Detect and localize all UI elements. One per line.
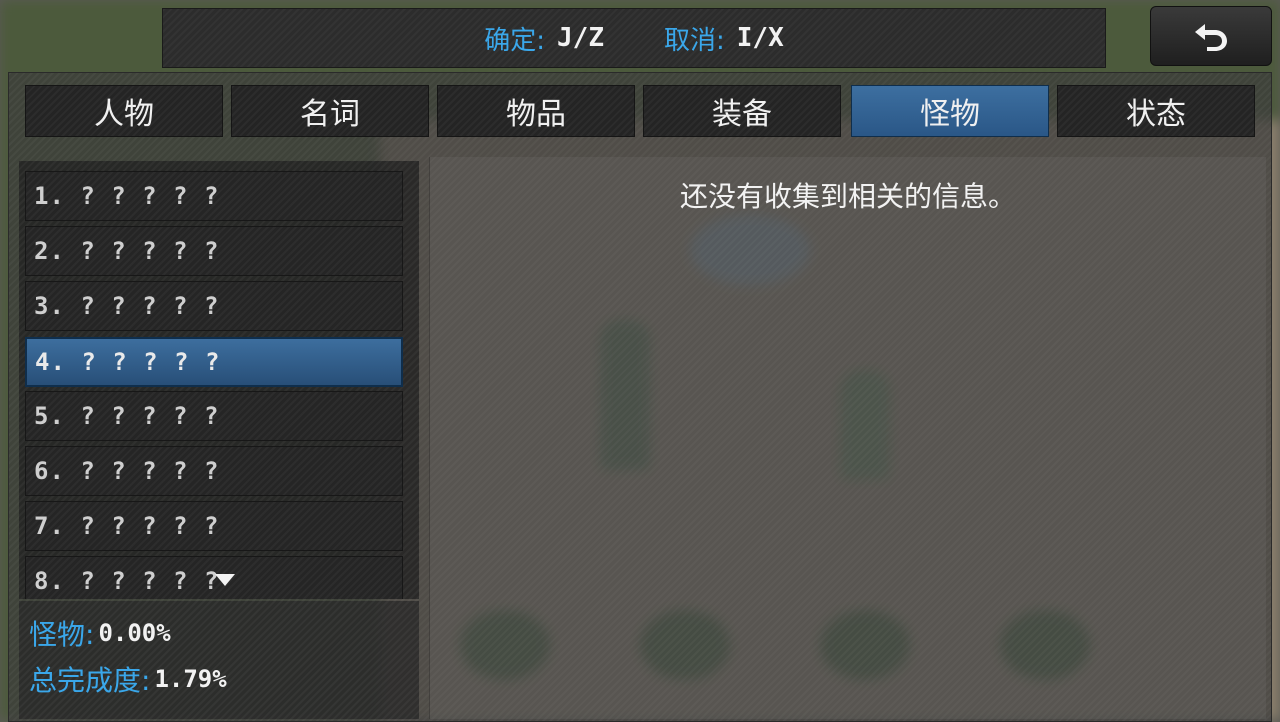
- cancel-hint: 取消: I/X: [664, 20, 784, 57]
- down-triangle-icon: [215, 574, 235, 586]
- encyclopedia-panel: 人物 名词 物品 装备 怪物 状态 1. ? ? ? ? ? 2. ? ? ? …: [8, 72, 1272, 722]
- entry-list[interactable]: 1. ? ? ? ? ? 2. ? ? ? ? ? 3. ? ? ? ? ? 4…: [19, 161, 419, 599]
- detail-message: 还没有收集到相关的信息。: [679, 180, 1016, 213]
- tab-label: 装备: [712, 97, 772, 132]
- list-item-label: 4. ? ? ? ? ?: [35, 348, 221, 376]
- tab-label: 状态: [1126, 97, 1186, 132]
- tab-label: 名词: [300, 97, 360, 132]
- tab-equipment[interactable]: 装备: [643, 85, 841, 137]
- back-button[interactable]: [1150, 6, 1272, 66]
- detail-pane: 还没有收集到相关的信息。: [429, 157, 1266, 719]
- list-item[interactable]: 2. ? ? ? ? ?: [25, 226, 403, 276]
- tab-label: 物品: [506, 97, 566, 132]
- list-item-label: 8. ? ? ? ? ?: [34, 567, 220, 595]
- tab-status[interactable]: 状态: [1057, 85, 1255, 137]
- list-item[interactable]: 5. ? ? ? ? ?: [25, 391, 403, 441]
- list-item-label: 3. ? ? ? ? ?: [34, 292, 220, 320]
- tab-characters[interactable]: 人物: [25, 85, 223, 137]
- category-tabs: 人物 名词 物品 装备 怪物 状态: [25, 85, 1257, 137]
- key-hint-bar: 确定: J/Z 取消: I/X: [162, 8, 1106, 68]
- list-item[interactable]: 7. ? ? ? ? ?: [25, 501, 403, 551]
- tab-label: 怪物: [920, 97, 980, 132]
- undo-arrow-icon: [1195, 24, 1227, 51]
- tab-items[interactable]: 物品: [437, 85, 635, 137]
- list-item-label: 1. ? ? ? ? ?: [34, 182, 220, 210]
- confirm-label: 确定:: [484, 25, 546, 56]
- total-completion-label: 总完成度:: [29, 664, 151, 697]
- tab-monsters[interactable]: 怪物: [851, 85, 1049, 137]
- list-item-label: 7. ? ? ? ? ?: [34, 512, 220, 540]
- cancel-label: 取消:: [664, 25, 725, 56]
- tab-label: 人物: [94, 97, 154, 132]
- total-completion: 总完成度: 1.79%: [29, 659, 227, 699]
- list-item-selected[interactable]: 4. ? ? ? ? ?: [25, 337, 403, 387]
- list-item-label: 2. ? ? ? ? ?: [34, 237, 220, 265]
- list-item[interactable]: 3. ? ? ? ? ?: [25, 281, 403, 331]
- category-completion: 怪物: 0.00%: [29, 613, 171, 653]
- list-item[interactable]: 6. ? ? ? ? ?: [25, 446, 403, 496]
- category-completion-label: 怪物:: [29, 618, 95, 651]
- list-item-label: 6. ? ? ? ? ?: [34, 457, 220, 485]
- confirm-hint: 确定: J/Z: [484, 20, 604, 57]
- confirm-keys: J/Z: [557, 23, 604, 53]
- list-item[interactable]: 1. ? ? ? ? ?: [25, 171, 403, 221]
- total-completion-value: 1.79%: [154, 665, 227, 693]
- list-item[interactable]: 8. ? ? ? ? ?: [25, 556, 403, 599]
- category-completion-value: 0.00%: [98, 619, 171, 647]
- tab-terms[interactable]: 名词: [231, 85, 429, 137]
- list-item-label: 5. ? ? ? ? ?: [34, 402, 220, 430]
- completion-stats: 怪物: 0.00% 总完成度: 1.79%: [19, 601, 419, 719]
- cancel-keys: I/X: [736, 23, 784, 53]
